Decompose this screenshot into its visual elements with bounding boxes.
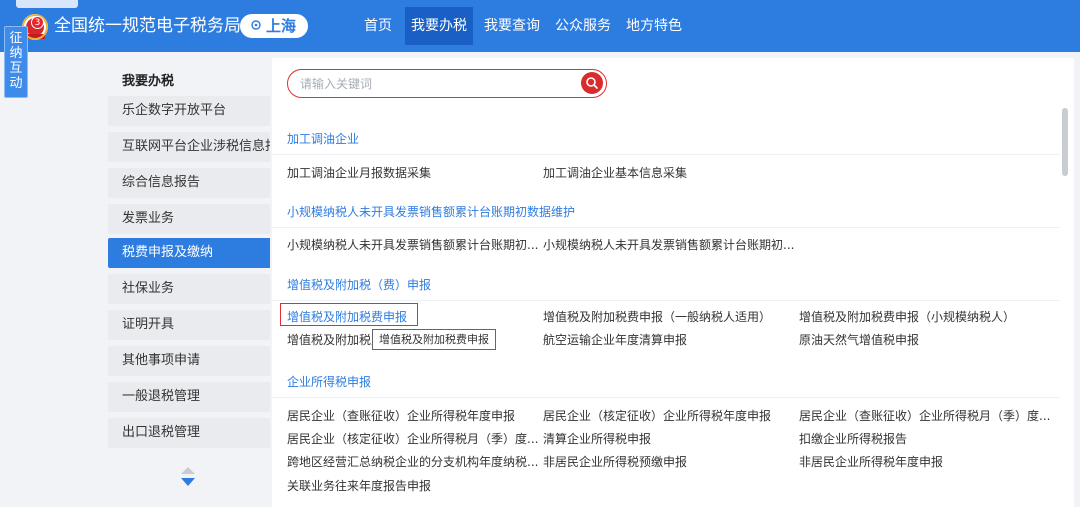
divider [272,227,1060,228]
sidenav-scroll-down-icon[interactable] [181,478,195,486]
nav-home[interactable]: 首页 [358,7,398,45]
service-link[interactable]: 跨地区经营汇总纳税企业的分支机构年度纳税... [287,453,538,470]
service-link[interactable]: 清算企业所得税申报 [543,430,651,447]
search-input[interactable] [300,73,570,94]
main-content: 加工调油企业 加工调油企业月报数据采集 加工调油企业基本信息采集 小规模纳税人未… [272,58,1074,507]
divider [272,300,1060,301]
service-link[interactable]: 非居民企业所得税预缴申报 [543,453,687,470]
sidebar-item-general-info-report[interactable]: 综合信息报告 [108,168,270,198]
section-title: 增值税及附加税（费）申报 [287,278,432,292]
top-header: 3 全国统一规范电子税务局 上海 首页 我要办税 我要查询 公众服务 地方特色 [0,0,1080,52]
service-link[interactable]: 增值税及附加税费 [287,331,383,348]
notification-badge[interactable]: 3 [31,16,44,29]
service-link[interactable]: 居民企业（查账征收）企业所得税月（季）度... [799,407,1050,424]
nav-query[interactable]: 我要查询 [480,7,544,45]
sidebar-item-certificates[interactable]: 证明开具 [108,310,270,340]
divider [272,154,1060,155]
search-box [287,69,607,98]
nav-tax-handling[interactable]: 我要办税 [405,7,473,45]
service-link[interactable]: 小规模纳税人未开具发票销售额累计台账期初... [543,236,794,253]
service-link[interactable]: 增值税及附加税费申报（小规模纳税人） [799,308,1015,325]
service-link[interactable]: 居民企业（核定征收）企业所得税月（季）度... [287,430,538,447]
header-tag [16,0,78,8]
section-title: 小规模纳税人未开具发票销售额累计台账期初数据维护 [287,205,576,219]
service-link[interactable]: 非居民企业所得税年度申报 [799,453,943,470]
service-link[interactable]: 扣缴企业所得税报告 [799,430,907,447]
location-pin-icon [251,20,261,30]
service-link[interactable]: 居民企业（查账征收）企业所得税年度申报 [287,407,515,424]
city-selector[interactable]: 上海 [240,14,308,38]
vtab-char: 征 [9,31,23,46]
vtab-char: 纳 [9,46,23,61]
service-link[interactable]: 居民企业（核定征收）企业所得税年度申报 [543,407,771,424]
vtab-char: 动 [9,76,23,91]
sidenav-scroll-up-icon[interactable] [181,467,195,474]
search-icon [586,77,598,89]
sidebar-item-general-refund[interactable]: 一般退税管理 [108,382,270,412]
nav-local-features[interactable]: 地方特色 [622,7,686,45]
side-nav-title: 我要办税 [122,74,175,89]
sidebar-item-other-requests[interactable]: 其他事项申请 [108,346,270,376]
sidebar-item-tax-filing-payment[interactable]: 税费申报及缴纳 [108,238,270,268]
sidebar-item-leqi-platform[interactable]: 乐企数字开放平台 [108,96,270,126]
side-nav: 我要办税 乐企数字开放平台 互联网平台企业涉税信息报送 综合信息报告 发票业务 … [108,64,270,499]
service-link[interactable]: 小规模纳税人未开具发票销售额累计台账期初... [287,236,538,253]
service-link[interactable]: 加工调油企业基本信息采集 [543,164,687,181]
section-title: 企业所得税申报 [287,375,372,389]
link-tooltip: 增值税及附加税费申报 [372,329,496,350]
sidebar-item-invoice[interactable]: 发票业务 [108,204,270,234]
content-scrollbar[interactable] [1062,108,1068,176]
search-button[interactable] [581,72,603,94]
sidebar-item-export-refund[interactable]: 出口退税管理 [108,418,270,448]
vtab-char: 互 [9,61,23,76]
service-link[interactable]: 航空运输企业年度清算申报 [543,331,687,348]
taxpayer-interaction-tab[interactable]: 征 纳 互 动 [4,26,28,98]
city-label: 上海 [266,17,297,35]
sidebar-item-social-security[interactable]: 社保业务 [108,274,270,304]
service-link-vat-filing[interactable]: 增值税及附加税费申报 [287,308,407,325]
service-link[interactable]: 增值税及附加税费申报（一般纳税人适用） [543,308,771,325]
service-link[interactable]: 原油天然气增值税申报 [799,331,919,348]
nav-public-service[interactable]: 公众服务 [551,7,615,45]
sidebar-item-platform-tax-info[interactable]: 互联网平台企业涉税信息报送 [108,132,270,162]
service-link[interactable]: 加工调油企业月报数据采集 [287,164,431,181]
site-title[interactable]: 全国统一规范电子税务局 [54,14,241,38]
divider [272,397,1060,398]
section-title: 加工调油企业 [287,132,360,146]
service-link[interactable]: 关联业务往来年度报告申报 [287,477,431,494]
